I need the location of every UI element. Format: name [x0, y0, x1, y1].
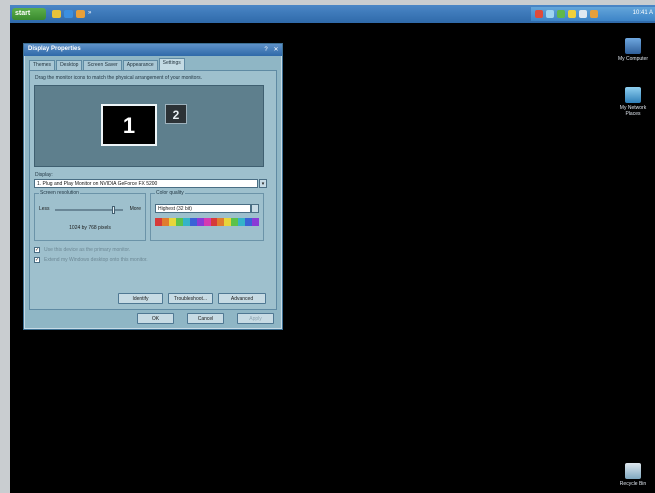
color-swatch	[252, 218, 260, 226]
color-preview-bar	[155, 218, 260, 226]
desktop-icon-recycle-bin[interactable]: Recycle Bin	[613, 463, 653, 487]
apply-button[interactable]: Apply	[237, 313, 274, 324]
tab-themes[interactable]: Themes	[29, 60, 56, 70]
display-select[interactable]: 1. Plug and Play Monitor on NVIDIA GeFor…	[34, 179, 258, 188]
resolution-slider[interactable]	[55, 206, 123, 214]
instruction-text: Drag the monitor icons to match the phys…	[35, 75, 203, 81]
color-swatch	[175, 218, 183, 226]
tab-settings[interactable]: Settings	[158, 58, 185, 70]
color-swatch	[210, 218, 218, 226]
color-swatch	[231, 218, 239, 226]
more-label: More	[129, 206, 141, 212]
folder-icon[interactable]	[52, 10, 61, 18]
desktop-icon-my-network-places[interactable]: My Network Places	[613, 87, 653, 117]
network-icon[interactable]	[546, 10, 554, 18]
start-button[interactable]: start	[12, 8, 46, 20]
primary-monitor-label: Use this device as the primary monitor.	[44, 247, 131, 253]
identify-button[interactable]: Identify	[118, 293, 163, 304]
extend-desktop-checkbox[interactable]: ✓	[34, 257, 40, 263]
monitor-1-icon[interactable]: 1	[101, 104, 157, 146]
help-button[interactable]: ?	[262, 46, 270, 54]
clock[interactable]: 10:41 A	[633, 10, 653, 16]
resolution-slider-thumb[interactable]	[112, 206, 116, 214]
internet-explorer-icon[interactable]	[64, 10, 73, 18]
color-swatch	[182, 218, 190, 226]
tab-appearance[interactable]: Appearance	[122, 60, 158, 70]
screen-resolution-group: Screen resolution Less More 1024 by 768 …	[34, 190, 146, 241]
display-properties-dialog: Display Properties ? ✕ Themes Desktop Sc…	[23, 43, 283, 330]
security-alert-icon[interactable]	[535, 10, 543, 18]
less-label: Less	[39, 206, 50, 212]
extend-desktop-label: Extend my Windows desktop onto this moni…	[44, 257, 148, 263]
messenger-icon[interactable]	[590, 10, 598, 18]
ok-button[interactable]: OK	[137, 313, 174, 324]
primary-monitor-checkbox[interactable]: ✓	[34, 247, 40, 253]
monitor-2-icon[interactable]: 2	[165, 104, 187, 124]
color-swatch	[238, 218, 246, 226]
recycle-bin-icon	[625, 463, 641, 479]
color-swatch	[161, 218, 169, 226]
close-button[interactable]: ✕	[272, 46, 280, 54]
monitor-arrangement-area: 1 2	[34, 85, 264, 167]
cancel-button[interactable]: Cancel	[187, 313, 224, 324]
color-swatch	[168, 218, 176, 226]
color-swatch	[245, 218, 253, 226]
title-bar[interactable]: Display Properties ? ✕	[24, 44, 282, 56]
computer-icon	[625, 38, 641, 54]
system-tray: 10:41 A	[531, 7, 655, 21]
media-player-icon[interactable]	[76, 10, 85, 18]
color-quality-group: Color quality Highest (32 bit)	[150, 190, 264, 241]
dialog-title: Display Properties	[28, 46, 81, 52]
display-select-chevron-down-icon[interactable]: ▾	[259, 179, 267, 188]
tab-strip: Themes Desktop Screen Saver Appearance S…	[29, 58, 186, 70]
screen: start » 10:41 A My Computer My Network P…	[10, 5, 655, 493]
screen-resolution-label: Screen resolution	[39, 190, 80, 196]
color-quality-chevron-down-icon[interactable]	[251, 204, 259, 213]
tab-screen-saver[interactable]: Screen Saver	[83, 60, 122, 70]
nvidia-icon[interactable]	[557, 10, 565, 18]
display-label: Display:	[35, 172, 53, 178]
taskbar: start » 10:41 A	[10, 5, 655, 23]
color-quality-label: Color quality	[155, 190, 185, 196]
network-icon	[625, 87, 641, 103]
color-swatch	[203, 218, 211, 226]
desktop-icon-my-computer[interactable]: My Computer	[613, 38, 653, 62]
volume-icon[interactable]	[568, 10, 576, 18]
display-icon[interactable]	[579, 10, 587, 18]
troubleshoot-button[interactable]: Troubleshoot...	[168, 293, 213, 304]
resolution-value: 1024 by 768 pixels	[69, 225, 111, 231]
color-quality-select[interactable]: Highest (32 bit)	[155, 204, 251, 213]
settings-panel: Drag the monitor icons to match the phys…	[29, 70, 277, 310]
color-swatch	[217, 218, 225, 226]
color-swatch	[189, 218, 197, 226]
color-swatch	[224, 218, 232, 226]
color-swatch	[155, 218, 162, 226]
color-swatch	[196, 218, 204, 226]
quick-launch-chevron-icon[interactable]: »	[88, 10, 93, 18]
tab-desktop[interactable]: Desktop	[56, 60, 83, 70]
advanced-button[interactable]: Advanced	[218, 293, 266, 304]
